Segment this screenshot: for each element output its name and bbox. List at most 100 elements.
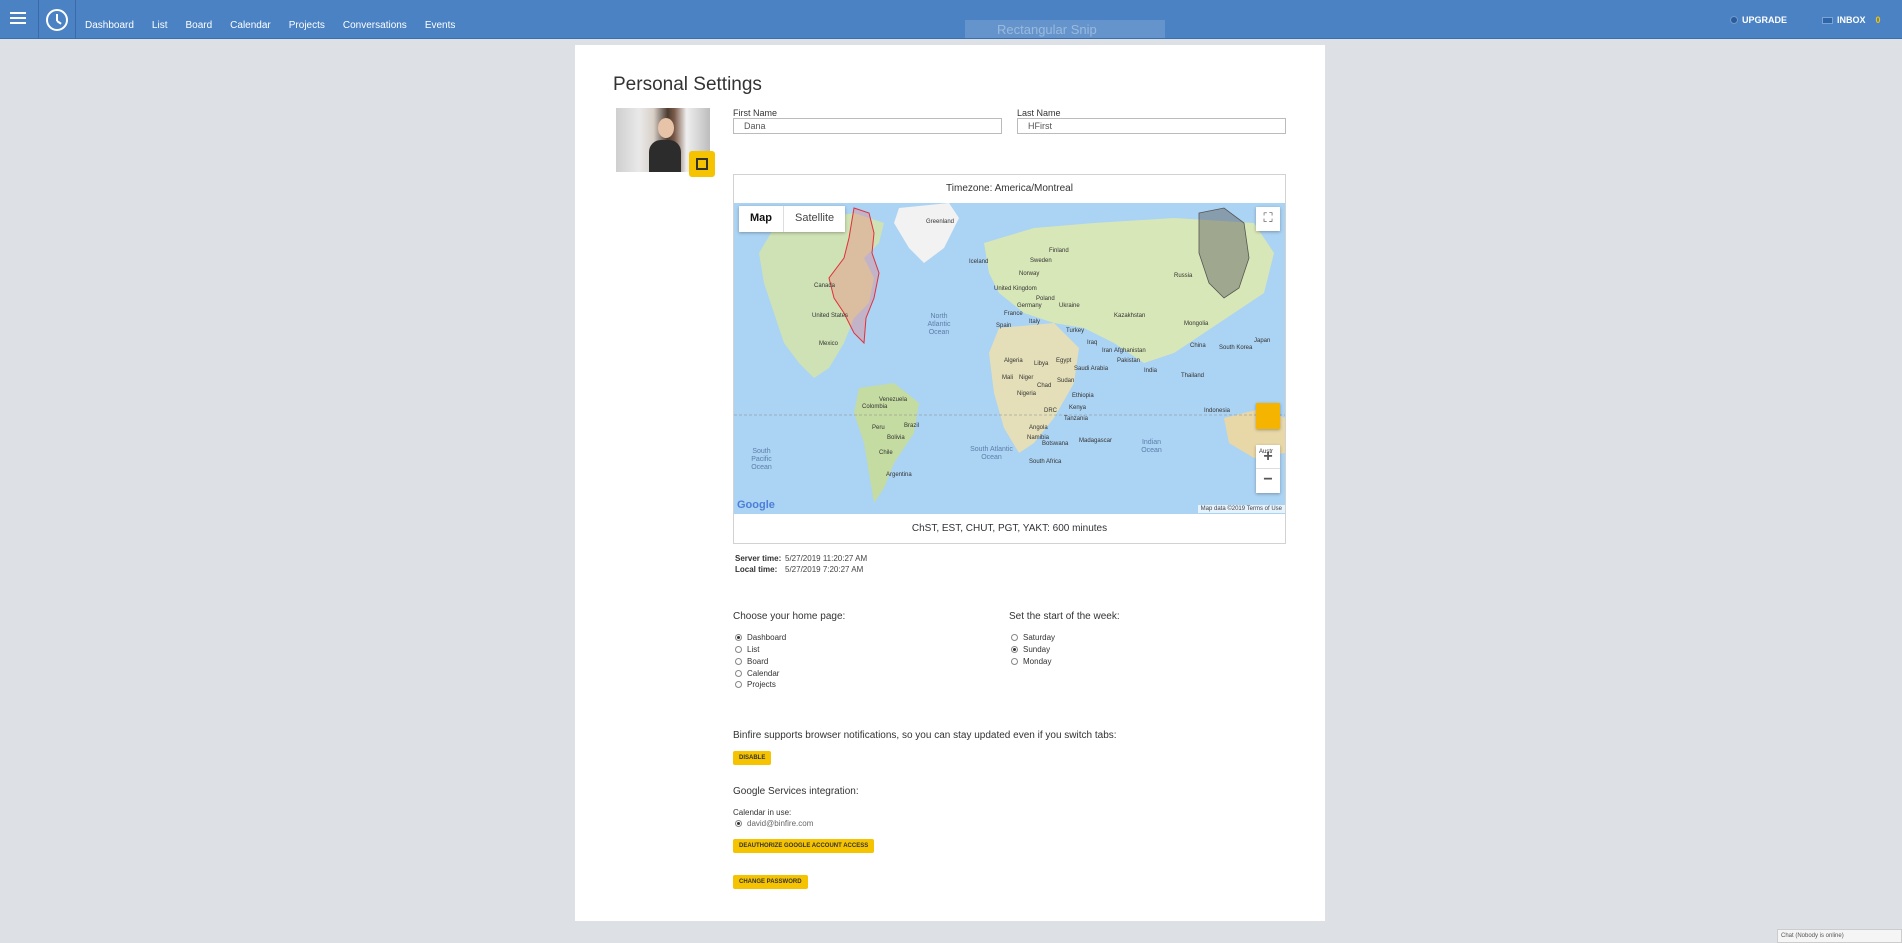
map-label: Afghanistan (1114, 348, 1146, 354)
first-name-label: First Name (733, 108, 778, 118)
home-option-projects[interactable]: Projects (735, 680, 776, 689)
map-label: Japan (1254, 338, 1271, 344)
map-label: China (1190, 343, 1206, 349)
map-label: United States (812, 313, 849, 319)
nav-list[interactable]: List (152, 20, 168, 31)
ocean-label: South Atlantic Ocean (970, 446, 1013, 461)
time-info: Server time: 5/27/2019 11:20:27 AM Local … (735, 553, 867, 575)
map-type-satellite-button[interactable]: Satellite (784, 206, 845, 232)
avatar-face (658, 118, 674, 138)
timezone-header: Timezone: America/Montreal (946, 183, 1073, 194)
nav-projects[interactable]: Projects (289, 20, 325, 31)
radio-label: david@binfire.com (747, 819, 814, 828)
ocean-label: Indian Ocean (1141, 439, 1162, 454)
map-label: Venezuela (879, 397, 908, 403)
disable-notifications-button[interactable]: DISABLE (733, 751, 772, 765)
google-integration-heading: Google Services integration: (733, 786, 859, 797)
map-label: Turkey (1066, 328, 1085, 334)
map-label: Norway (1019, 271, 1040, 277)
week-option-saturday[interactable]: Saturday (1011, 633, 1055, 642)
first-name-field[interactable] (733, 118, 1002, 134)
map-label: Mali (1002, 375, 1014, 381)
home-option-calendar[interactable]: Calendar (735, 669, 779, 678)
map-label: Tanzania (1064, 416, 1089, 422)
map-label: United Kingdom (994, 286, 1037, 292)
nav-calendar[interactable]: Calendar (230, 20, 271, 31)
map-label: Algeria (1004, 358, 1023, 364)
home-page-heading: Choose your home page: (733, 611, 846, 622)
home-option-dashboard[interactable]: Dashboard (735, 633, 786, 642)
map-type-map-button[interactable]: Map (739, 206, 784, 232)
last-name-field[interactable] (1017, 118, 1286, 134)
map-label: Russia (1174, 273, 1193, 279)
upgrade-label: UPGRADE (1742, 15, 1788, 25)
clock-icon[interactable] (46, 9, 68, 31)
fullscreen-icon[interactable]: ⛶ (1256, 207, 1280, 231)
inbox-button[interactable]: INBOX 0 (1822, 15, 1881, 25)
map-label: Argentina (886, 472, 912, 478)
map-label: South Africa (1029, 459, 1062, 465)
home-option-board[interactable]: Board (735, 657, 768, 666)
map-label: Finland (1049, 248, 1069, 254)
radio-icon (735, 646, 742, 653)
map-label: Iran (1102, 348, 1113, 354)
map-label: Sweden (1030, 258, 1052, 264)
divider (38, 0, 39, 39)
map-label: Libya (1034, 361, 1049, 367)
timezone-offset-label: ChST, EST, CHUT, PGT, YAKT: 600 minutes (911, 523, 1108, 534)
map-label: Kenya (1069, 405, 1087, 411)
map-label: Botswana (1042, 441, 1069, 447)
map-label: Canada (814, 283, 836, 289)
inbox-icon (1822, 16, 1833, 24)
nav-dashboard[interactable]: Dashboard (85, 20, 134, 31)
inbox-count: 0 (1875, 15, 1881, 25)
radio-icon (735, 820, 742, 827)
server-time-value: 5/27/2019 11:20:27 AM (785, 554, 868, 563)
deauthorize-google-button[interactable]: DEAUTHORIZE GOOGLE ACCOUNT ACCESS (733, 839, 875, 853)
radio-label: Monday (1023, 657, 1052, 666)
map-type-control: Map Satellite (739, 206, 846, 232)
page-title: Personal Settings (613, 74, 762, 95)
map-label: Mongolia (1184, 321, 1209, 327)
map-label: Ethiopia (1072, 393, 1094, 399)
radio-label: Dashboard (747, 633, 787, 642)
week-start-heading: Set the start of the week: (1009, 611, 1120, 622)
map-label: South Korea (1219, 345, 1253, 351)
map-label: Egypt (1056, 358, 1072, 364)
map-label: Austr (1259, 449, 1274, 455)
map-label: Iceland (969, 259, 989, 265)
radio-label: Calendar (747, 669, 780, 678)
edit-icon (696, 158, 708, 170)
zoom-out-icon[interactable]: − (1256, 469, 1280, 493)
settings-panel: Personal Settings First Name Last Name T… (575, 45, 1325, 921)
map-label: Mexico (819, 341, 839, 347)
map-label: Chile (879, 450, 893, 456)
nav-events[interactable]: Events (425, 20, 456, 31)
timezone-map[interactable]: Map Satellite ⛶ + − Greenland Iceland Fi… (734, 203, 1285, 514)
change-password-button[interactable]: CHANGE PASSWORD (733, 875, 808, 889)
divider (75, 0, 76, 39)
map-attribution[interactable]: Map data ©2019 Terms of Use (1197, 505, 1285, 513)
map-label: India (1144, 368, 1158, 374)
map-label: DRC (1044, 408, 1057, 414)
upgrade-button[interactable]: UPGRADE (1730, 15, 1787, 25)
map-label: Ukraine (1059, 303, 1080, 309)
week-option-monday[interactable]: Monday (1011, 657, 1051, 666)
nav-conversations[interactable]: Conversations (343, 20, 407, 31)
edit-avatar-button[interactable] (689, 151, 715, 177)
radio-label: Saturday (1023, 633, 1056, 642)
week-option-sunday[interactable]: Sunday (1011, 645, 1050, 654)
google-logo: Google (737, 499, 775, 511)
map-label: Italy (1029, 319, 1041, 325)
home-option-list[interactable]: List (735, 645, 759, 654)
hamburger-icon[interactable] (10, 12, 26, 26)
server-time-label: Server time: (735, 554, 782, 563)
calendar-account-option[interactable]: david@binfire.com (735, 819, 813, 828)
local-time-label: Local time: (735, 565, 778, 574)
chat-status[interactable]: Chat (Nobody is online) (1777, 929, 1902, 943)
nav-board[interactable]: Board (185, 20, 212, 31)
map-label: Iraq (1087, 340, 1098, 346)
inbox-label: INBOX (1837, 15, 1866, 25)
map-label: Pakistan (1117, 358, 1141, 364)
pegman-icon[interactable] (1256, 403, 1280, 429)
